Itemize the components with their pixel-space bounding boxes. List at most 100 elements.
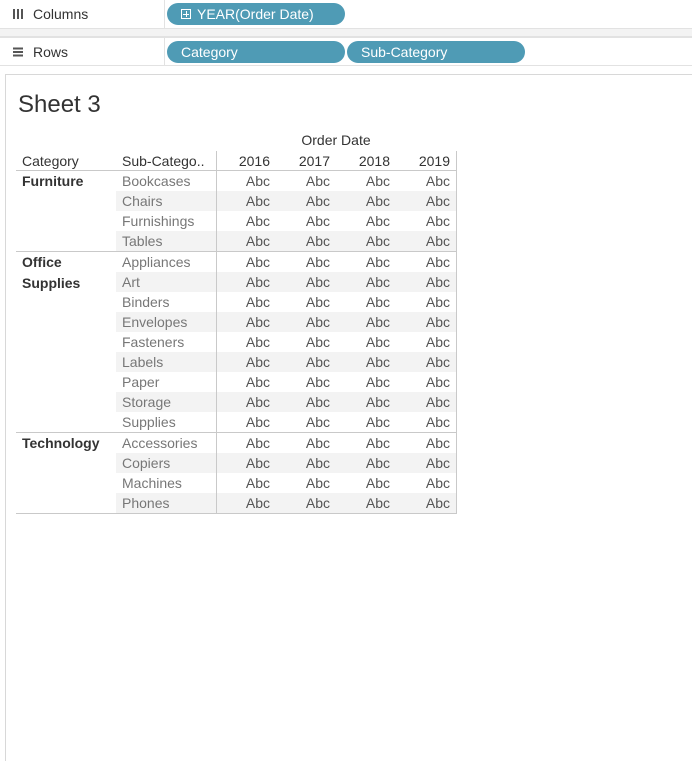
table-cell[interactable]: Abc	[216, 171, 276, 191]
table-cell[interactable]: Abc	[396, 473, 456, 493]
sub-category-label[interactable]: Storage	[122, 392, 171, 412]
sub-category-label[interactable]: Art	[122, 272, 140, 292]
sub-category-label[interactable]: Furnishings	[122, 211, 194, 231]
table-cell[interactable]: Abc	[276, 332, 336, 352]
table-cell[interactable]: Abc	[396, 171, 456, 191]
sub-category-label[interactable]: Supplies	[122, 412, 176, 432]
table-cell[interactable]: Abc	[216, 433, 276, 453]
table-cell[interactable]: Abc	[276, 272, 336, 292]
table-cell[interactable]: Abc	[276, 372, 336, 392]
pill-category[interactable]: Category	[167, 41, 345, 63]
table-cell[interactable]: Abc	[276, 211, 336, 231]
table-cell[interactable]: Abc	[216, 453, 276, 473]
table-cell[interactable]: Abc	[276, 231, 336, 251]
table-cell[interactable]: Abc	[396, 272, 456, 292]
table-cell[interactable]: Abc	[216, 211, 276, 231]
table-cell[interactable]: Abc	[276, 453, 336, 473]
pill-sub-category[interactable]: Sub-Category	[347, 41, 525, 63]
sub-category-label[interactable]: Bookcases	[122, 171, 190, 191]
table-cell[interactable]: Abc	[276, 292, 336, 312]
table-row[interactable]: Chairs Abc Abc Abc Abc	[116, 191, 457, 211]
table-cell[interactable]: Abc	[396, 252, 456, 272]
table-cell[interactable]: Abc	[276, 412, 336, 432]
table-cell[interactable]: Abc	[336, 312, 396, 332]
table-row[interactable]: Machines Abc Abc Abc Abc	[116, 473, 457, 493]
table-row[interactable]: Art Abc Abc Abc Abc	[116, 272, 457, 292]
sub-category-label[interactable]: Chairs	[122, 191, 162, 211]
table-cell[interactable]: Abc	[336, 332, 396, 352]
table-cell[interactable]: Abc	[276, 473, 336, 493]
table-cell[interactable]: Abc	[216, 392, 276, 412]
table-cell[interactable]: Abc	[276, 493, 336, 513]
sub-category-label[interactable]: Tables	[122, 231, 162, 251]
sub-category-label[interactable]: Accessories	[122, 433, 197, 453]
table-cell[interactable]: Abc	[216, 493, 276, 513]
table-cell[interactable]: Abc	[276, 252, 336, 272]
table-cell[interactable]: Abc	[216, 352, 276, 372]
table-cell[interactable]: Abc	[276, 352, 336, 372]
sub-category-label[interactable]: Fasteners	[122, 332, 184, 352]
table-cell[interactable]: Abc	[216, 312, 276, 332]
table-row[interactable]: Bookcases Abc Abc Abc Abc	[116, 171, 457, 191]
table-row[interactable]: Labels Abc Abc Abc Abc	[116, 352, 457, 372]
table-cell[interactable]: Abc	[276, 191, 336, 211]
rows-shelf[interactable]: Rows Category Sub-Category	[0, 37, 692, 66]
columns-shelf[interactable]: Columns YEAR(Order Date)	[0, 0, 692, 29]
table-cell[interactable]: Abc	[276, 392, 336, 412]
sub-category-label[interactable]: Paper	[122, 372, 159, 392]
header-category[interactable]: Category	[22, 152, 79, 171]
category-label[interactable]: Office Supplies	[22, 252, 117, 294]
table-cell[interactable]: Abc	[396, 312, 456, 332]
table-row[interactable]: Envelopes Abc Abc Abc Abc	[116, 312, 457, 332]
table-cell[interactable]: Abc	[336, 352, 396, 372]
table-cell[interactable]: Abc	[216, 252, 276, 272]
pill-year-order-date[interactable]: YEAR(Order Date)	[167, 3, 345, 25]
table-cell[interactable]: Abc	[396, 453, 456, 473]
table-row[interactable]: Paper Abc Abc Abc Abc	[116, 372, 457, 392]
table-row[interactable]: Phones Abc Abc Abc Abc	[116, 493, 457, 513]
table-cell[interactable]: Abc	[396, 352, 456, 372]
table-cell[interactable]: Abc	[336, 191, 396, 211]
header-year[interactable]: 2018	[336, 152, 396, 171]
table-row[interactable]: Fasteners Abc Abc Abc Abc	[116, 332, 457, 352]
table-cell[interactable]: Abc	[336, 252, 396, 272]
table-cell[interactable]: Abc	[336, 412, 396, 432]
table-cell[interactable]: Abc	[336, 473, 396, 493]
table-cell[interactable]: Abc	[336, 171, 396, 191]
table-cell[interactable]: Abc	[216, 191, 276, 211]
sub-category-label[interactable]: Copiers	[122, 453, 170, 473]
table-row[interactable]: Copiers Abc Abc Abc Abc	[116, 453, 457, 473]
table-cell[interactable]: Abc	[336, 493, 396, 513]
sub-category-label[interactable]: Phones	[122, 493, 169, 513]
table-row[interactable]: Storage Abc Abc Abc Abc	[116, 392, 457, 412]
table-cell[interactable]: Abc	[396, 292, 456, 312]
header-year[interactable]: 2016	[216, 152, 276, 171]
header-sub-category[interactable]: Sub-Catego..	[122, 152, 217, 171]
table-cell[interactable]: Abc	[396, 211, 456, 231]
sub-category-label[interactable]: Envelopes	[122, 312, 187, 332]
table-cell[interactable]: Abc	[396, 332, 456, 352]
table-cell[interactable]: Abc	[396, 493, 456, 513]
table-cell[interactable]: Abc	[396, 372, 456, 392]
table-row[interactable]: Supplies Abc Abc Abc Abc	[116, 412, 457, 432]
header-year[interactable]: 2019	[396, 152, 456, 171]
table-row[interactable]: Tables Abc Abc Abc Abc	[116, 231, 457, 251]
table-cell[interactable]: Abc	[336, 211, 396, 231]
table-cell[interactable]: Abc	[396, 191, 456, 211]
column-super-header[interactable]: Order Date	[216, 132, 456, 151]
table-cell[interactable]: Abc	[276, 171, 336, 191]
table-cell[interactable]: Abc	[336, 292, 396, 312]
table-cell[interactable]: Abc	[336, 372, 396, 392]
table-cell[interactable]: Abc	[336, 433, 396, 453]
table-cell[interactable]: Abc	[396, 231, 456, 251]
table-cell[interactable]: Abc	[336, 272, 396, 292]
table-cell[interactable]: Abc	[216, 332, 276, 352]
table-cell[interactable]: Abc	[216, 231, 276, 251]
header-year[interactable]: 2017	[276, 152, 336, 171]
table-cell[interactable]: Abc	[396, 412, 456, 432]
table-cell[interactable]: Abc	[216, 272, 276, 292]
table-row[interactable]: Appliances Abc Abc Abc Abc	[116, 252, 457, 272]
table-cell[interactable]: Abc	[276, 312, 336, 332]
table-cell[interactable]: Abc	[216, 292, 276, 312]
table-cell[interactable]: Abc	[216, 473, 276, 493]
